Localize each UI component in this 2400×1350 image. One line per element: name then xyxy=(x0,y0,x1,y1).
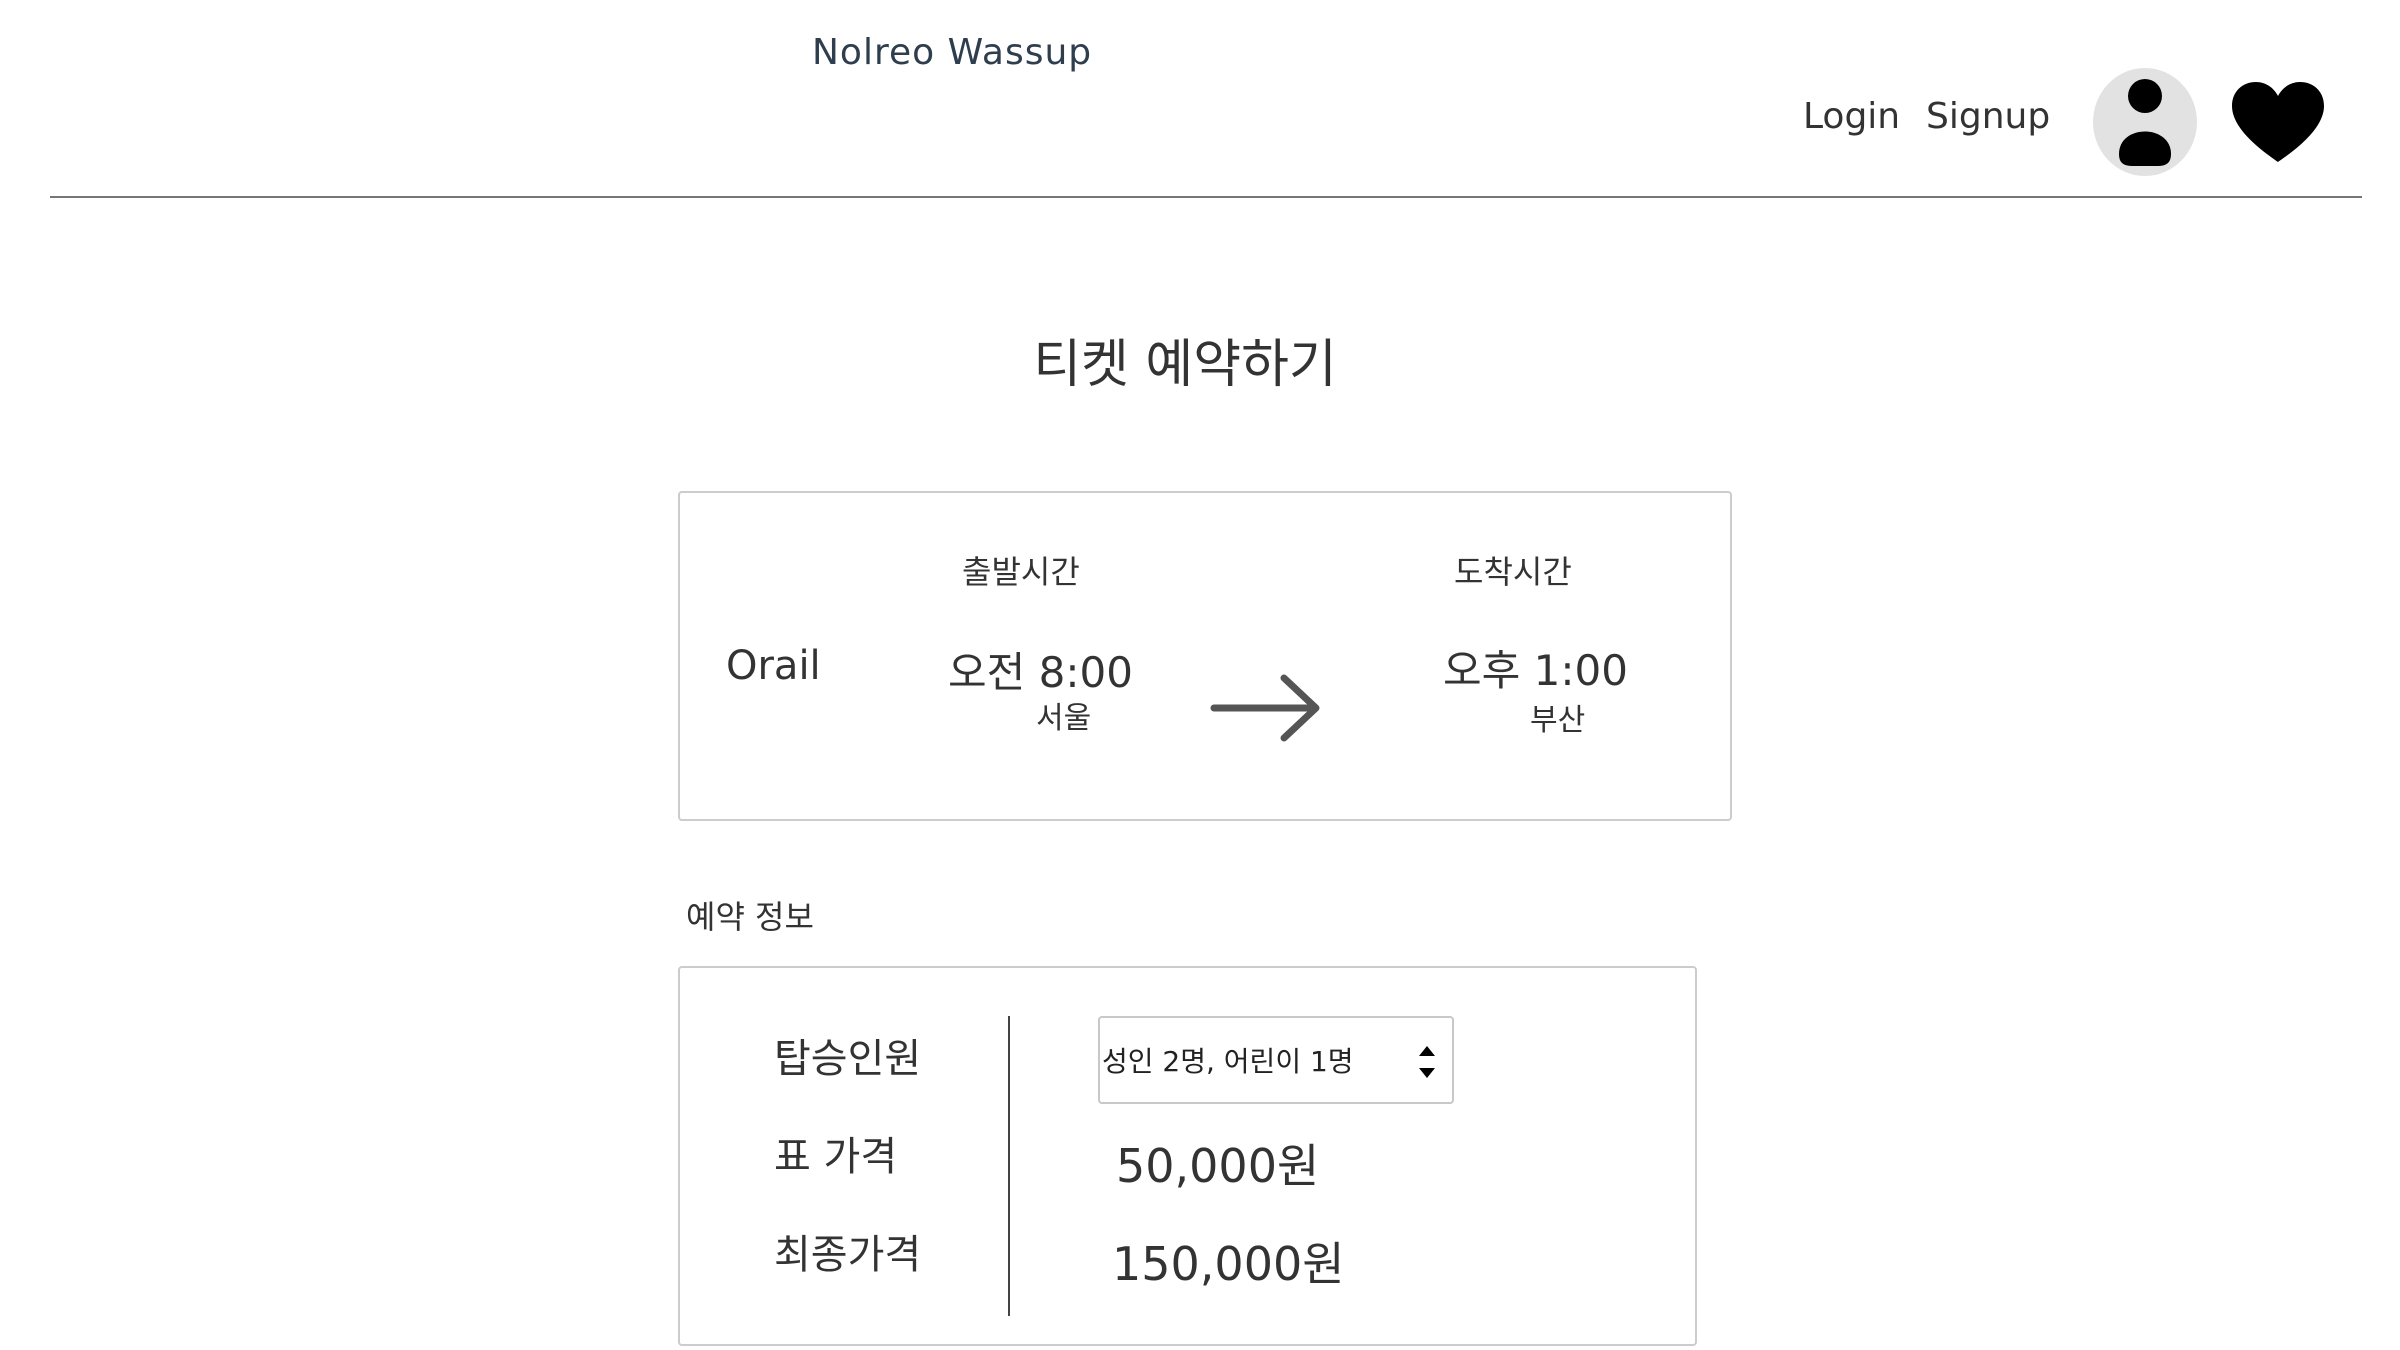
total-price-label: 최종가격 xyxy=(774,1232,922,1278)
person-icon xyxy=(2119,79,2171,166)
brand-logo-text[interactable]: Nolreo Wassup xyxy=(812,32,1092,73)
arrival-city: 부산 xyxy=(1530,703,1586,738)
signup-link[interactable]: Signup xyxy=(1926,96,2050,137)
carrier-name: Orail xyxy=(726,643,821,689)
header-divider xyxy=(50,196,2362,198)
departure-city: 서울 xyxy=(1036,701,1092,736)
total-price-value: 150,000원 xyxy=(1112,1237,1345,1291)
passengers-select[interactable]: 성인 2명, 어린이 1명 xyxy=(1098,1016,1454,1104)
page-title: 티켓 예약하기 xyxy=(1033,335,1337,395)
departure-time-label: 출발시간 xyxy=(962,553,1080,591)
login-link[interactable]: Login xyxy=(1803,96,1900,137)
favorites-button[interactable] xyxy=(2230,80,2326,166)
passengers-select-value: 성인 2명, 어린이 1명 xyxy=(1102,1045,1354,1078)
ticket-price-value: 50,000원 xyxy=(1116,1139,1320,1193)
profile-button[interactable] xyxy=(2093,68,2197,176)
arrival-time-label: 도착시간 xyxy=(1454,553,1572,591)
arrival-time: 오후 1:00 xyxy=(1443,646,1628,695)
reservation-info-heading: 예약 정보 xyxy=(686,898,814,936)
departure-time: 오전 8:00 xyxy=(948,648,1133,697)
passengers-label: 탑승인원 xyxy=(774,1036,922,1082)
heart-icon xyxy=(2232,82,2324,162)
up-down-spinner-icon[interactable] xyxy=(1416,1042,1438,1082)
ticket-summary-card: Orail 출발시간 오전 8:00 서울 도착시간 오후 1:00 부산 xyxy=(678,491,1732,821)
info-divider xyxy=(1008,1016,1010,1316)
ticket-price-label: 표 가격 xyxy=(774,1134,898,1180)
reservation-info-card: 탑승인원 표 가격 최종가격 성인 2명, 어린이 1명 50,000원 150… xyxy=(678,966,1697,1346)
arrow-right-icon xyxy=(1210,674,1320,742)
